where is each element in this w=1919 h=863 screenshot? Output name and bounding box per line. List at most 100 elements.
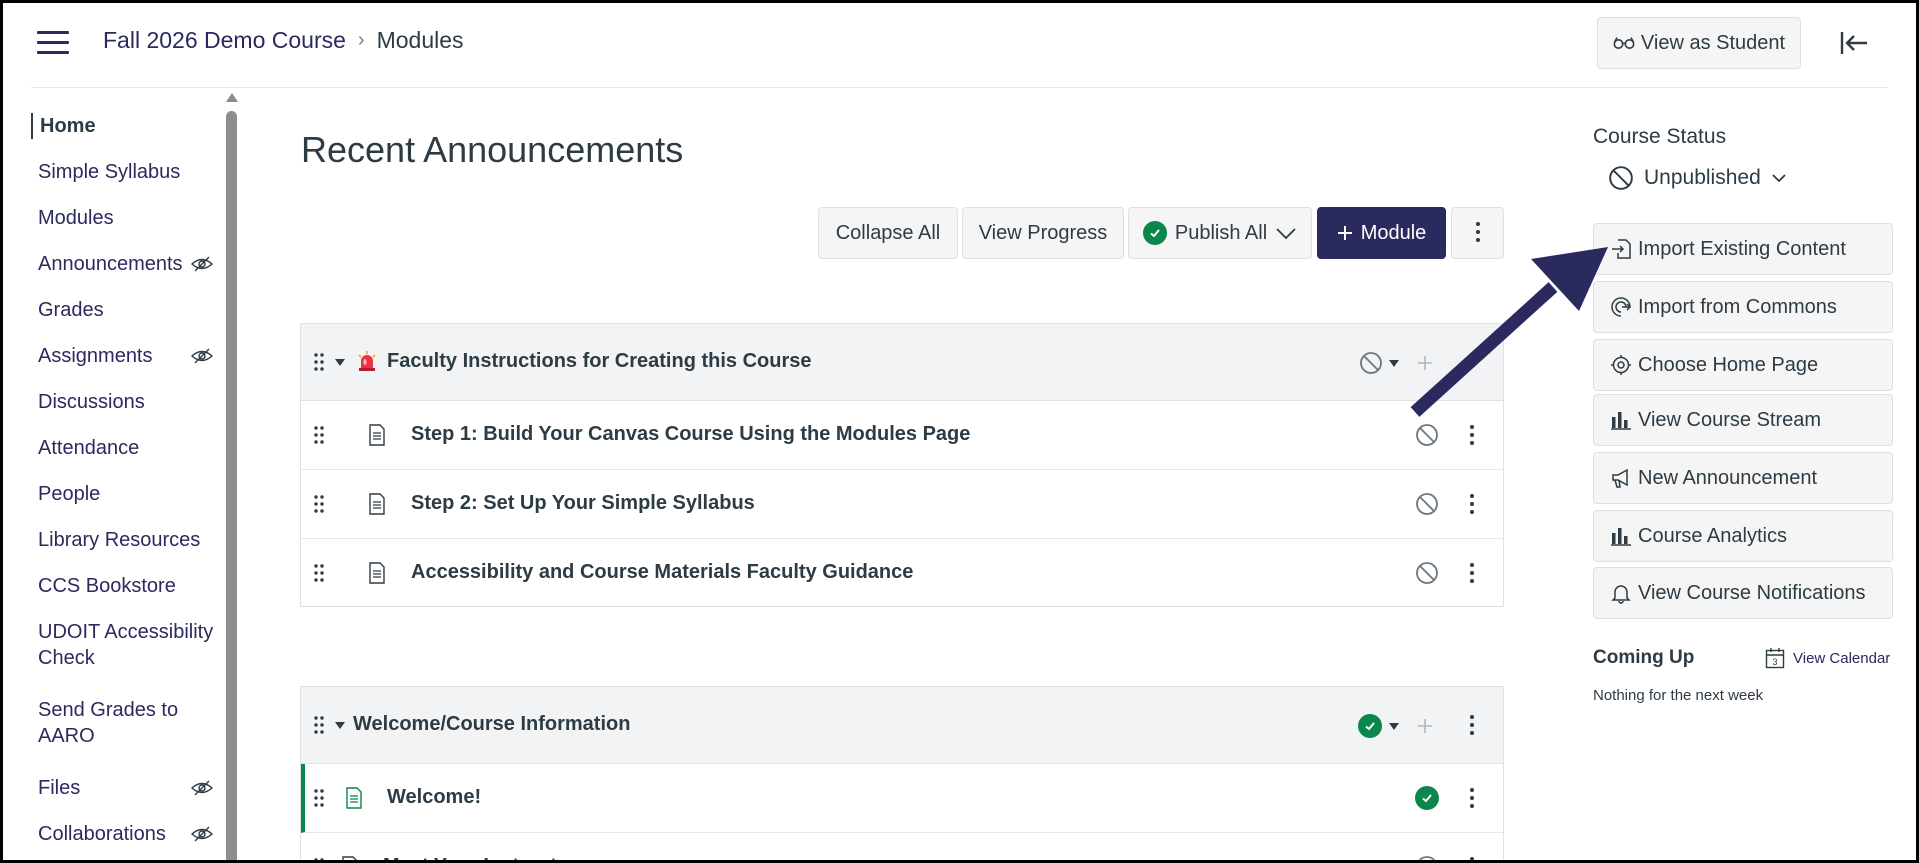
chevron-down-icon (1772, 174, 1786, 183)
nav-item-label: Collaborations (38, 823, 166, 845)
view-course-stream-label: View Course Stream (1638, 408, 1822, 431)
module-header[interactable]: Welcome/Course Information (301, 687, 1503, 764)
drag-handle-icon[interactable] (313, 788, 325, 808)
nav-item-announcements[interactable]: Announcements (31, 251, 217, 277)
hidden-eye-icon (191, 780, 213, 796)
drag-handle-icon[interactable] (313, 563, 325, 583)
alert-siren-icon (358, 351, 376, 371)
import-existing-content-button[interactable]: Import Existing Content (1593, 223, 1893, 275)
module-item-row[interactable]: Welcome! (301, 764, 1503, 833)
course-status-value: Unpublished (1644, 166, 1761, 189)
drag-handle-icon[interactable] (313, 425, 325, 445)
nav-item-files[interactable]: Files (31, 775, 217, 801)
choose-home-page-button[interactable]: Choose Home Page (1593, 339, 1893, 391)
nav-item-modules[interactable]: Modules (31, 205, 217, 231)
calendar-icon: 3 (1765, 648, 1785, 669)
page-icon (369, 493, 385, 515)
view-course-stream-button[interactable]: View Course Stream (1593, 394, 1893, 446)
nav-item-home[interactable]: Home (31, 113, 217, 139)
unpublished-icon[interactable] (1415, 492, 1439, 516)
collapse-all-button[interactable]: Collapse All (818, 207, 958, 259)
item-options-kebab-icon[interactable] (1469, 563, 1475, 585)
breadcrumb-course-link[interactable]: Fall 2026 Demo Course (103, 27, 346, 54)
unpublished-icon[interactable] (1415, 423, 1439, 447)
chevron-down-icon (1276, 228, 1296, 240)
view-calendar-link[interactable]: 3 View Calendar (1765, 647, 1890, 669)
nav-item-ccs-bookstore[interactable]: CCS Bookstore (31, 573, 217, 599)
import-existing-content-label: Import Existing Content (1638, 237, 1846, 260)
collapse-caret-icon[interactable] (335, 359, 345, 366)
module-item-title[interactable]: Meet Your Instructor (383, 855, 577, 860)
module-item-title[interactable]: Step 2: Set Up Your Simple Syllabus (411, 492, 755, 515)
unpublished-icon[interactable] (1359, 351, 1383, 375)
course-analytics-button[interactable]: Course Analytics (1593, 510, 1893, 562)
add-item-plus-icon[interactable] (1417, 718, 1433, 734)
import-from-commons-button[interactable]: Import from Commons (1593, 281, 1893, 333)
module-item-row[interactable]: Step 2: Set Up Your Simple Syllabus (301, 470, 1503, 539)
nav-item-library-resources[interactable]: Library Resources (31, 527, 217, 553)
nav-item-attendance[interactable]: Attendance (31, 435, 217, 461)
drag-handle-icon[interactable] (313, 494, 325, 514)
nav-item-send-grades-to-aaro[interactable]: Send Grades to AARO (31, 697, 217, 749)
plus-icon (1337, 226, 1352, 240)
collapse-caret-icon[interactable] (335, 722, 345, 729)
nav-item-label: People (38, 483, 101, 505)
item-options-kebab-icon[interactable] (1469, 788, 1475, 810)
nav-item-label: Files (38, 777, 81, 799)
hamburger-menu-icon[interactable] (37, 31, 69, 55)
module-header[interactable]: Faculty Instructions for Creating this C… (301, 324, 1503, 401)
scroll-up-arrow-icon[interactable] (226, 93, 238, 102)
module-item-title[interactable]: Welcome! (387, 786, 481, 809)
new-announcement-button[interactable]: New Announcement (1593, 452, 1893, 504)
publish-dropdown-caret-icon[interactable] (1389, 360, 1399, 367)
module-item-row[interactable]: Step 1: Build Your Canvas Course Using t… (301, 401, 1503, 470)
nav-item-label: Home (40, 115, 96, 137)
breadcrumb: Fall 2026 Demo Course › Modules (103, 27, 464, 54)
nav-item-grades[interactable]: Grades (31, 297, 217, 323)
nav-item-collaborations[interactable]: Collaborations (31, 821, 217, 847)
course-status-dropdown[interactable]: Unpublished (1608, 165, 1787, 191)
page-title: Recent Announcements (301, 129, 684, 170)
publish-dropdown-caret-icon[interactable] (1389, 723, 1399, 730)
import-from-commons-label: Import from Commons (1638, 295, 1837, 318)
view-as-student-button[interactable]: View as Student (1597, 17, 1801, 69)
view-progress-button[interactable]: View Progress (962, 207, 1124, 259)
page-icon (369, 562, 385, 584)
unpublished-icon[interactable] (1415, 561, 1439, 585)
item-options-kebab-icon[interactable] (1469, 857, 1475, 860)
nav-item-label: CCS Bookstore (38, 575, 176, 597)
nav-item-label: Modules (38, 207, 114, 229)
annotation-arrow-icon (1410, 247, 1608, 417)
collapse-sidebar-icon[interactable] (1839, 29, 1871, 57)
nav-item-people[interactable]: People (31, 481, 217, 507)
drag-handle-icon[interactable] (313, 857, 325, 863)
item-options-kebab-icon[interactable] (1469, 494, 1475, 516)
add-module-label: Module (1360, 221, 1427, 244)
publish-all-button[interactable]: Publish All (1128, 207, 1312, 259)
global-header: Fall 2026 Demo Course › Modules View as … (3, 3, 1916, 87)
view-as-student-label: View as Student (1640, 31, 1786, 54)
published-check-icon[interactable] (1415, 786, 1439, 810)
hidden-eye-icon (191, 826, 213, 842)
choose-home-page-label: Choose Home Page (1638, 353, 1819, 376)
nav-item-assignments[interactable]: Assignments (31, 343, 217, 369)
page-icon (369, 424, 385, 446)
drag-handle-icon[interactable] (313, 352, 325, 372)
unpublished-icon[interactable] (1415, 855, 1439, 863)
module-item-row[interactable]: Meet Your Instructor (301, 833, 1503, 863)
canvas-window: Fall 2026 Demo Course › Modules View as … (0, 0, 1919, 863)
module-options-kebab-icon[interactable] (1469, 715, 1475, 737)
view-course-notifications-button[interactable]: View Course Notifications (1593, 567, 1893, 619)
published-check-icon[interactable] (1358, 714, 1382, 738)
module-welcome-course-information: Welcome/Course Information Welcome! Meet… (300, 686, 1504, 863)
nav-scrollbar[interactable] (226, 111, 237, 860)
page-icon (346, 787, 362, 809)
module-item-title[interactable]: Accessibility and Course Materials Facul… (411, 561, 913, 584)
module-item-row[interactable]: Accessibility and Course Materials Facul… (301, 539, 1503, 608)
nav-item-discussions[interactable]: Discussions (31, 389, 217, 415)
nav-item-udoit-accessibility-check[interactable]: UDOIT Accessibility Check (31, 619, 217, 671)
drag-handle-icon[interactable] (313, 715, 325, 735)
module-item-title[interactable]: Step 1: Build Your Canvas Course Using t… (411, 423, 970, 446)
nav-item-simple-syllabus[interactable]: Simple Syllabus (31, 159, 217, 185)
item-options-kebab-icon[interactable] (1469, 425, 1475, 447)
